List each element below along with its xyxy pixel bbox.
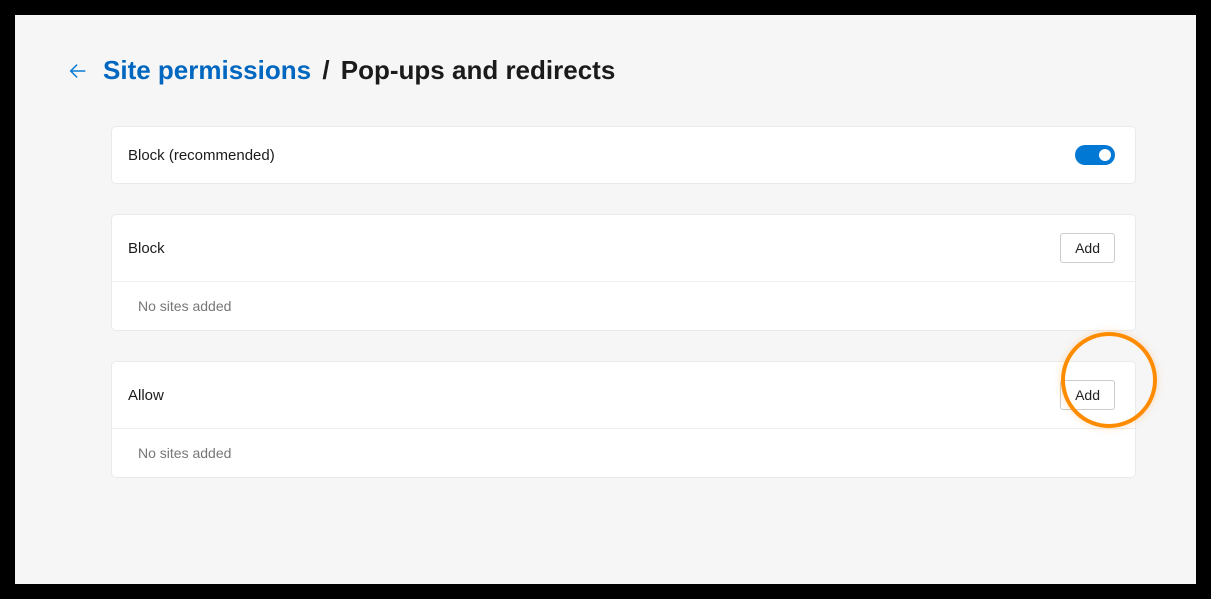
allow-add-button[interactable]: Add <box>1060 380 1115 410</box>
breadcrumb-text: Site permissions / Pop-ups and redirects <box>103 55 615 86</box>
settings-page: Site permissions / Pop-ups and redirects… <box>15 15 1196 584</box>
block-section-title: Block <box>128 240 165 257</box>
block-section-card: Block Add No sites added <box>111 214 1136 331</box>
allow-section-card: Allow Add No sites added <box>111 361 1136 478</box>
block-section-header: Block Add <box>112 215 1135 282</box>
toggle-knob <box>1099 149 1111 161</box>
breadcrumb-parent-link[interactable]: Site permissions <box>103 55 311 85</box>
breadcrumb: Site permissions / Pop-ups and redirects <box>15 55 1196 86</box>
block-recommended-label: Block (recommended) <box>128 147 275 164</box>
block-recommended-row: Block (recommended) <box>112 127 1135 183</box>
block-add-button[interactable]: Add <box>1060 233 1115 263</box>
allow-section-empty: No sites added <box>112 429 1135 477</box>
breadcrumb-separator: / <box>318 55 333 85</box>
breadcrumb-current: Pop-ups and redirects <box>341 55 616 85</box>
block-recommended-card: Block (recommended) <box>111 126 1136 184</box>
block-recommended-toggle[interactable] <box>1075 145 1115 165</box>
allow-section-title: Allow <box>128 387 164 404</box>
back-arrow-icon[interactable] <box>67 60 89 82</box>
allow-section-header: Allow Add <box>112 362 1135 429</box>
block-section-empty: No sites added <box>112 282 1135 330</box>
content-area: Block (recommended) Block Add No sites a… <box>15 126 1196 478</box>
